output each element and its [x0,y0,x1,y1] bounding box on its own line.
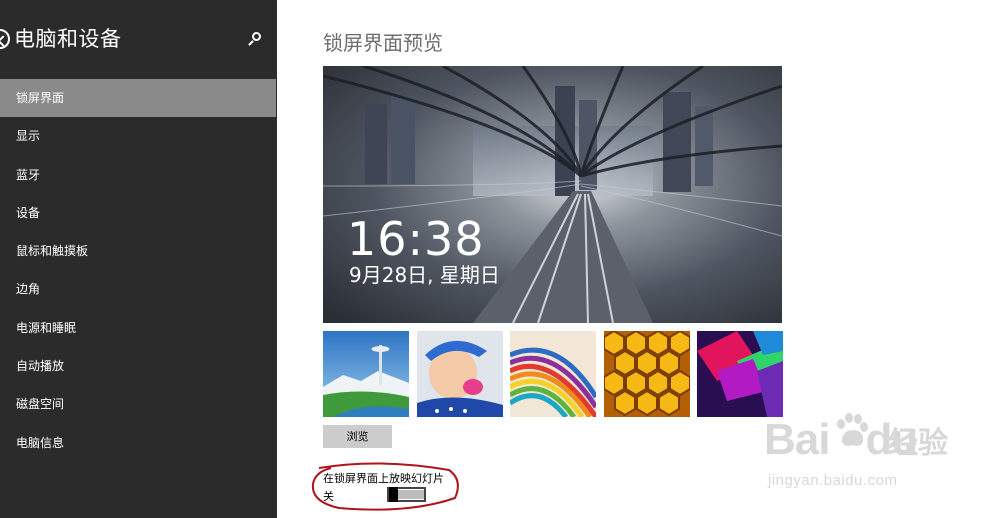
thumbnail-color-curves[interactable] [510,331,596,417]
settings-window: 电脑和设备 锁屏界面 显示 蓝牙 设备 鼠标和触摸板 边角 电源和睡眠 自动播放… [0,0,1000,518]
watermark-url: jingyan.baidu.com [768,472,898,489]
slideshow-toggle[interactable] [387,487,426,502]
sidebar-nav: 锁屏界面 显示 蓝牙 设备 鼠标和触摸板 边角 电源和睡眠 自动播放 磁盘空间 … [0,79,277,462]
sidebar-item-display[interactable]: 显示 [0,117,277,155]
background-thumbnails [323,331,783,417]
sidebar: 电脑和设备 锁屏界面 显示 蓝牙 设备 鼠标和触摸板 边角 电源和睡眠 自动播放… [0,0,277,518]
browse-button[interactable]: 浏览 [323,425,392,448]
back-arrow-icon[interactable] [0,29,10,49]
sidebar-item-pc-info[interactable]: 电脑信息 [0,424,277,462]
thumbnail-space-needle[interactable] [323,331,409,417]
baidu-watermark: Bai du 经验 jingyan.baidu.com [764,412,964,502]
thumbnail-geometric[interactable] [697,331,783,417]
sidebar-item-mouse-touchpad[interactable]: 鼠标和触摸板 [0,232,277,270]
sidebar-item-corners[interactable]: 边角 [0,270,277,308]
lock-screen-preview: 16:38 9月28日, 星期日 [323,66,782,323]
slideshow-toggle-label: 在锁屏界面上放映幻灯片 [323,472,444,485]
paw-icon [837,413,868,446]
sidebar-title: 电脑和设备 [14,27,122,51]
sidebar-item-power-sleep[interactable]: 电源和睡眠 [0,309,277,347]
sidebar-item-devices[interactable]: 设备 [0,194,277,232]
thumbnail-baby[interactable] [417,331,503,417]
sidebar-item-lock-screen[interactable]: 锁屏界面 [0,79,276,118]
sidebar-header: 电脑和设备 [0,24,277,56]
thumbnail-honeycomb[interactable] [604,331,690,417]
sidebar-item-disk-space[interactable]: 磁盘空间 [0,385,277,423]
lock-screen-date: 9月28日, 星期日 [349,263,500,287]
slideshow-toggle-state: 关 [323,490,334,503]
lock-screen-time: 16:38 [347,212,485,266]
watermark-chinese: 经验 [888,426,948,461]
sidebar-item-bluetooth[interactable]: 蓝牙 [0,156,277,194]
search-icon[interactable] [248,32,262,46]
sidebar-item-autoplay[interactable]: 自动播放 [0,347,277,385]
toggle-track [398,490,424,499]
page-title: 锁屏界面预览 [323,31,443,55]
toggle-thumb[interactable] [389,487,398,502]
